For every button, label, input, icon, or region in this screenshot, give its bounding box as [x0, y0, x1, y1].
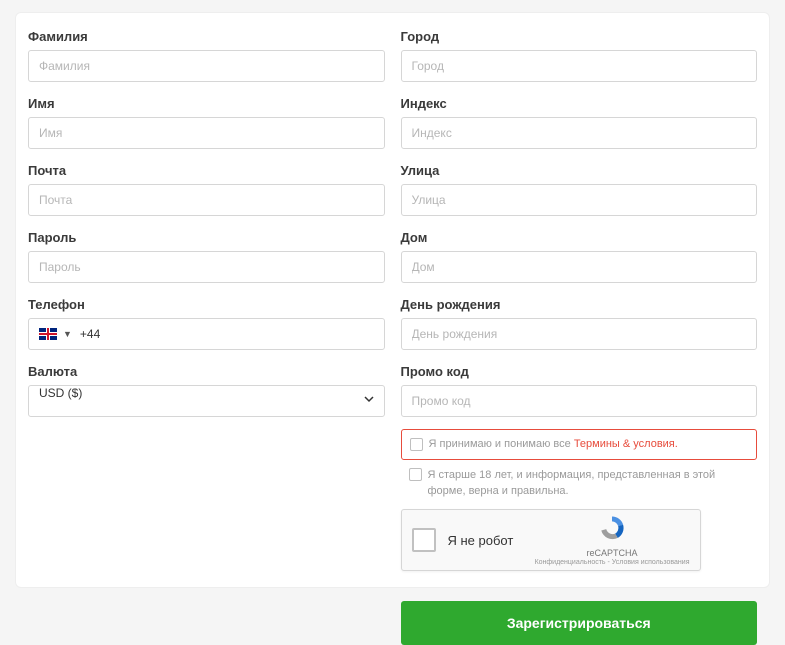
- surname-input[interactable]: [28, 50, 385, 82]
- recaptcha-checkbox[interactable]: [412, 528, 436, 552]
- uk-flag-icon: [39, 328, 57, 340]
- index-input[interactable]: [401, 117, 758, 149]
- dob-input[interactable]: [401, 318, 758, 350]
- name-label: Имя: [28, 96, 385, 111]
- password-label: Пароль: [28, 230, 385, 245]
- terms-link[interactable]: Термины & условия.: [574, 438, 678, 450]
- index-label: Индекс: [401, 96, 758, 111]
- recaptcha-brand: reCAPTCHA: [535, 548, 690, 558]
- phone-dial-code: +44: [80, 327, 100, 341]
- email-label: Почта: [28, 163, 385, 178]
- right-column: Город Индекс Улица Дом День рождения Про: [401, 29, 758, 645]
- recaptcha-widget: Я не робот reCAPTCHA Конфиденциальность …: [401, 509, 701, 571]
- currency-label: Валюта: [28, 364, 385, 379]
- terms-checkbox[interactable]: [410, 438, 423, 451]
- chevron-down-icon: ▼: [63, 329, 72, 339]
- recaptcha-icon: [595, 514, 629, 542]
- left-column: Фамилия Имя Почта Пароль Телефон ▼: [28, 29, 385, 645]
- age-text: Я старше 18 лет, и информация, представл…: [428, 468, 750, 499]
- recaptcha-label: Я не робот: [448, 533, 535, 548]
- house-label: Дом: [401, 230, 758, 245]
- promo-input[interactable]: [401, 385, 758, 417]
- city-label: Город: [401, 29, 758, 44]
- dob-label: День рождения: [401, 297, 758, 312]
- name-input[interactable]: [28, 117, 385, 149]
- currency-select[interactable]: USD ($): [28, 385, 385, 417]
- terms-text: Я принимаю и понимаю все Термины & услов…: [429, 437, 678, 452]
- house-input[interactable]: [401, 251, 758, 283]
- password-input[interactable]: [28, 251, 385, 283]
- city-input[interactable]: [401, 50, 758, 82]
- surname-label: Фамилия: [28, 29, 385, 44]
- age-row: Я старше 18 лет, и информация, представл…: [401, 468, 758, 499]
- phone-label: Телефон: [28, 297, 385, 312]
- phone-select[interactable]: ▼ +44: [28, 318, 385, 350]
- age-checkbox[interactable]: [409, 468, 422, 481]
- terms-box: Я принимаю и понимаю все Термины & услов…: [401, 429, 758, 460]
- currency-value: USD ($): [39, 386, 82, 400]
- street-input[interactable]: [401, 184, 758, 216]
- street-label: Улица: [401, 163, 758, 178]
- terms-prefix: Я принимаю и понимаю все: [429, 438, 574, 450]
- email-input[interactable]: [28, 184, 385, 216]
- promo-label: Промо код: [401, 364, 758, 379]
- registration-card: Фамилия Имя Почта Пароль Телефон ▼: [15, 12, 770, 588]
- recaptcha-legal: Конфиденциальность - Условия использован…: [535, 559, 690, 566]
- submit-button[interactable]: Зарегистрироваться: [401, 601, 758, 645]
